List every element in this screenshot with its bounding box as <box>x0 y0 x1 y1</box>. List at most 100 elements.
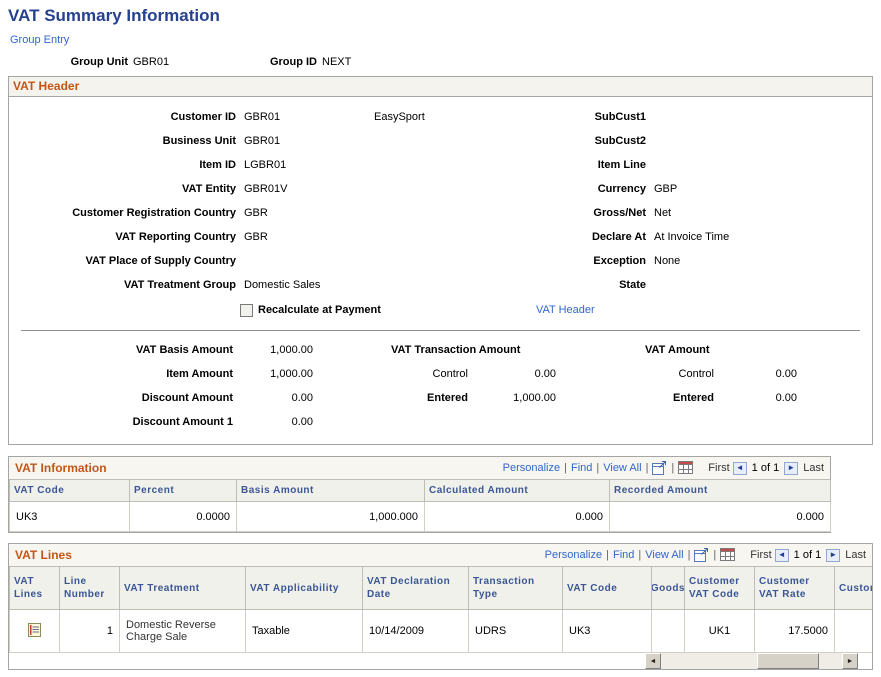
horizontal-scrollbar[interactable]: ◄ ► <box>645 653 858 669</box>
field-item-line: Item Line <box>449 153 872 177</box>
cell-line-number: 1 <box>60 610 120 653</box>
view-all-link[interactable]: View All <box>645 549 683 561</box>
customer-registration-country-label: Customer Registration Country <box>9 207 236 219</box>
fields-left-column: Customer ID GBR01 EasySport Business Uni… <box>9 105 449 297</box>
recalculate-row: Recalculate at Payment VAT Header <box>9 297 872 323</box>
vat-line-detail-icon[interactable] <box>27 622 42 638</box>
vat-information-header-row: VAT Code Percent Basis Amount Calculated… <box>10 480 831 502</box>
col-header-vat-code: VAT Code <box>10 480 130 502</box>
vat-transaction-amount-title: VAT Transaction Amount <box>391 344 520 356</box>
separator: | <box>564 462 567 474</box>
field-state: State <box>449 273 872 297</box>
cell-recorded-amount: 0.000 <box>610 502 831 532</box>
cell-vat-treatment: Domestic Reverse Charge Sale <box>120 610 246 653</box>
amounts-left-column: VAT Basis Amount 1,000.00 Item Amount 1,… <box>9 338 315 434</box>
find-link[interactable]: Find <box>571 462 592 474</box>
col-header-calculated-amount: Calculated Amount <box>425 480 610 502</box>
group-unit-label: Group Unit <box>8 56 128 68</box>
cell-basis-amount: 1,000.000 <box>237 502 425 532</box>
first-link: First <box>750 549 771 561</box>
col-header-vat-declaration-date: VAT Declaration Date <box>363 567 469 610</box>
discount-amount-1-row: Discount Amount 1 0.00 <box>9 410 315 434</box>
next-page-button[interactable]: ► <box>784 462 798 475</box>
declare-at-label: Declare At <box>449 231 646 243</box>
group-id-value: NEXT <box>322 56 351 68</box>
col-header-vat-applicability: VAT Applicability <box>246 567 363 610</box>
scrollbar-track[interactable] <box>661 653 842 669</box>
field-vat-place-of-supply-country: VAT Place of Supply Country <box>9 249 449 273</box>
previous-page-button[interactable]: ◄ <box>775 549 789 562</box>
vat-header-link[interactable]: VAT Header <box>536 304 595 316</box>
vat-summary-page: VAT Summary Information Group Entry Grou… <box>0 0 881 670</box>
field-currency: Currency GBP <box>449 177 872 201</box>
personalize-link[interactable]: Personalize <box>545 549 602 561</box>
vat-amount-entered-value: 0.00 <box>722 392 797 404</box>
vat-lines-title: VAT Lines <box>15 548 72 562</box>
page-indicator: 1 of 1 <box>794 549 822 561</box>
transaction-entered-value: 1,000.00 <box>476 392 556 404</box>
personalize-link[interactable]: Personalize <box>503 462 560 474</box>
scrollbar-right-arrow[interactable]: ► <box>842 653 858 669</box>
col-header-percent: Percent <box>130 480 237 502</box>
item-amount-value: 1,000.00 <box>241 368 313 380</box>
vat-treatment-group-value: Domestic Sales <box>244 279 320 291</box>
clipped-header-text: Reverse Charge Goods <box>652 582 685 595</box>
transaction-control-row: Control 0.00 <box>391 362 559 386</box>
zoom-grid-icon[interactable] <box>652 461 667 475</box>
field-customer-id: Customer ID GBR01 EasySport <box>9 105 449 129</box>
vat-basis-amount-label: VAT Basis Amount <box>9 344 233 356</box>
item-amount-row: Item Amount 1,000.00 <box>9 362 315 386</box>
col-header-reverse-charge-goods: Reverse Charge Goods <box>652 567 685 610</box>
item-line-label: Item Line <box>449 159 646 171</box>
field-declare-at: Declare At At Invoice Time <box>449 225 872 249</box>
transaction-entered-label: Entered <box>391 392 468 404</box>
scrollbar-left-arrow[interactable]: ◄ <box>645 653 661 669</box>
find-link[interactable]: Find <box>613 549 634 561</box>
col-header-vat-treatment: VAT Treatment <box>120 567 246 610</box>
view-all-link[interactable]: View All <box>603 462 641 474</box>
vat-lines-section: VAT Lines Personalize | Find | View All … <box>8 543 873 670</box>
separator: | <box>671 462 674 474</box>
item-id-value: LGBR01 <box>244 159 286 171</box>
field-customer-registration-country: Customer Registration Country GBR <box>9 201 449 225</box>
state-label: State <box>449 279 646 291</box>
vat-amount-control-label: Control <box>645 368 714 380</box>
separator: | <box>688 549 691 561</box>
customer-id-value: GBR01 <box>244 111 366 123</box>
discount-amount-1-value: 0.00 <box>241 416 313 428</box>
download-to-excel-icon[interactable] <box>678 461 694 475</box>
col-header-basis-amount: Basis Amount <box>237 480 425 502</box>
vat-lines-grid: VAT Lines Line Number VAT Treatment VAT … <box>9 566 872 653</box>
subcust2-label: SubCust2 <box>449 135 646 147</box>
transaction-entered-row: Entered 1,000.00 <box>391 386 559 410</box>
vat-header-section-title: VAT Header <box>9 77 872 97</box>
field-subcust2: SubCust2 <box>449 129 872 153</box>
previous-page-button[interactable]: ◄ <box>733 462 747 475</box>
field-vat-treatment-group: VAT Treatment Group Domestic Sales <box>9 273 449 297</box>
field-item-id: Item ID LGBR01 <box>9 153 449 177</box>
vat-lines-titlebar: VAT Lines Personalize | Find | View All … <box>9 544 872 566</box>
cell-customer-vat <box>835 610 873 653</box>
recalculate-at-payment-checkbox[interactable] <box>240 304 253 317</box>
exception-label: Exception <box>449 255 646 267</box>
currency-label: Currency <box>449 183 646 195</box>
vat-transaction-amount-column: VAT Transaction Amount Control 0.00 Ente… <box>391 338 559 434</box>
col-header-customer-vat: Customer VAT <box>835 567 873 610</box>
scrollbar-thumb[interactable] <box>757 653 819 669</box>
col-header-recorded-amount: Recorded Amount <box>610 480 831 502</box>
cell-customer-vat-rate: 17.5000 <box>755 610 835 653</box>
separator: | <box>596 462 599 474</box>
download-to-excel-icon[interactable] <box>720 548 736 562</box>
page-title: VAT Summary Information <box>8 6 873 26</box>
col-header-customer-vat-code: Customer VAT Code <box>685 567 755 610</box>
next-page-button[interactable]: ► <box>826 549 840 562</box>
business-unit-value: GBR01 <box>244 135 280 147</box>
discount-amount-row: Discount Amount 0.00 <box>9 386 315 410</box>
vat-treatment-group-label: VAT Treatment Group <box>9 279 236 291</box>
group-unit-value: GBR01 <box>133 56 233 68</box>
customer-registration-country-value: GBR <box>244 207 268 219</box>
vat-information-grid: VAT Code Percent Basis Amount Calculated… <box>9 479 831 532</box>
zoom-grid-icon[interactable] <box>694 548 709 562</box>
group-entry-link[interactable]: Group Entry <box>10 34 69 46</box>
cell-transaction-type: UDRS <box>469 610 563 653</box>
